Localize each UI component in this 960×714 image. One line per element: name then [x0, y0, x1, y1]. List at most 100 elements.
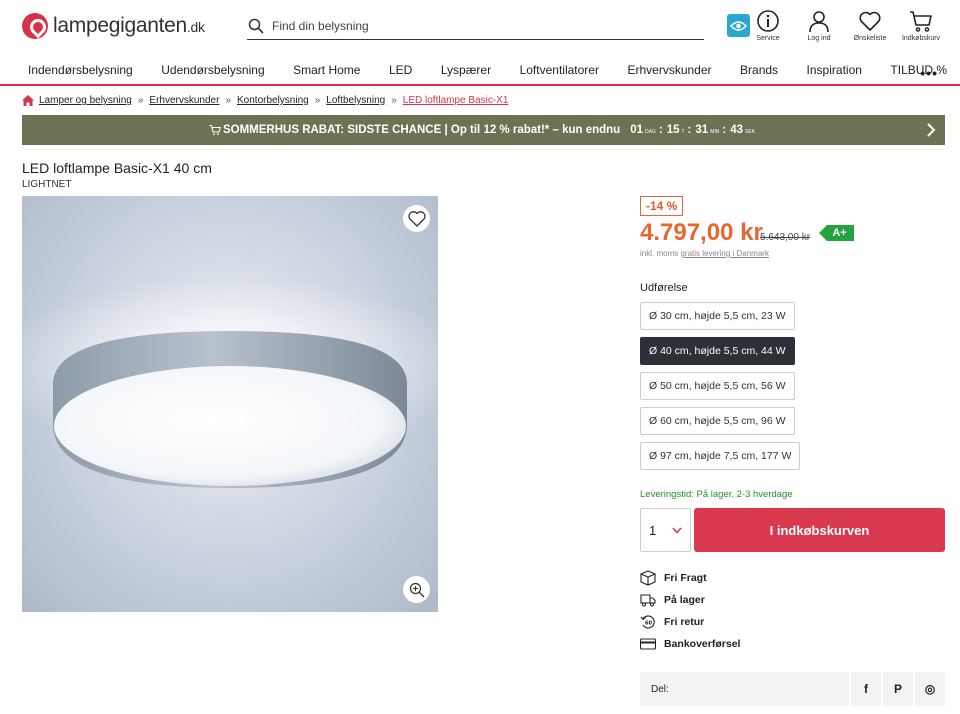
search-bar [247, 13, 704, 40]
login-button[interactable]: Log ind [798, 9, 840, 42]
product-brand[interactable]: LIGHTNET [22, 179, 71, 190]
usp-label: Fri retur [664, 616, 705, 628]
energy-label-badge[interactable]: A+ [819, 225, 854, 241]
cart-label: Indkøbskurv [901, 35, 941, 42]
variant-option[interactable]: Ø 97 cm, højde 7,5 cm, 177 W [640, 442, 801, 470]
share-bar: Del: f P ◎ [640, 672, 945, 706]
header-icons: Service Log ind Ønskeliste Indkøbskurv [747, 9, 942, 42]
usp-label: På lager [664, 594, 705, 606]
variant-option-selected[interactable]: Ø 40 cm, højde 5,5 cm, 44 W [640, 337, 795, 365]
wishlist-button[interactable]: Ønskeliste [849, 9, 891, 42]
search-input[interactable] [272, 19, 692, 33]
usp-label: Bankoverførsel [664, 638, 741, 650]
nav-item-inspiration[interactable]: Inspiration [807, 63, 862, 77]
countdown-unit: T [681, 129, 685, 135]
old-price: 5.643,00 kr [760, 232, 811, 243]
eye-icon [730, 20, 747, 31]
countdown-colon: : [658, 124, 663, 136]
card-icon [640, 638, 656, 650]
nav-item-loftventilatorer[interactable]: Loftventilatorer [520, 63, 599, 77]
promo-banner[interactable]: SOMMERHUS RABAT: SIDSTE CHANCE | Op til … [22, 115, 945, 145]
chevron-down-icon [672, 527, 682, 534]
breadcrumb-separator: » [314, 95, 321, 106]
share-label: Del: [651, 683, 669, 695]
site-header: lampegiganten.dk Service Log ind Ønskeli… [0, 0, 960, 56]
variant-option[interactable]: Ø 50 cm, højde 5,5 cm, 56 W [640, 372, 795, 400]
heart-icon [859, 11, 881, 31]
vat-prefix: inkl. moms [640, 249, 679, 258]
nav-item-udendoersbelysning[interactable]: Udendørsbelysning [161, 63, 264, 77]
nav-item-indendoersbelysning[interactable]: Indendørsbelysning [28, 63, 133, 77]
nav-item-lyspaerer[interactable]: Lyspærer [441, 63, 491, 77]
logo-text: lampegiganten.dk [53, 14, 205, 37]
return-icon: 60 [640, 615, 655, 629]
nav-item-brands[interactable]: Brands [740, 63, 778, 77]
product-title: LED loftlampe Basic-X1 40 cm [22, 160, 212, 176]
logo-mark-icon [22, 13, 48, 39]
search-icon[interactable] [248, 18, 264, 34]
delivery-status: Leveringstid: På lager. 2-3 hverdage [640, 489, 793, 500]
countdown-days: 01 [630, 124, 643, 136]
cart-icon [209, 124, 221, 136]
user-icon [809, 11, 829, 33]
nav-item-tilbud[interactable]: TILBUD % [890, 63, 947, 77]
countdown-timer: 01 DAG: 15 T: 31 MIN: 43 SEK [630, 124, 758, 136]
service-label: Service [756, 35, 780, 42]
breadcrumb-current[interactable]: LED loftlampe Basic-X1 [403, 95, 509, 106]
add-to-wishlist-button[interactable] [403, 205, 430, 232]
service-icon [757, 10, 779, 32]
share-icons: f P ◎ [849, 672, 945, 706]
quantity-value: 1 [649, 522, 657, 538]
countdown-unit: SEK [745, 129, 756, 135]
heart-icon [407, 210, 426, 227]
wishlist-label: Ønskeliste [853, 35, 887, 42]
usp-free-return: 60 Fri retur [640, 614, 704, 630]
promo-text: SOMMERHUS RABAT: SIDSTE CHANCE | Op til … [222, 124, 621, 136]
usp-free-shipping: Fri Fragt [640, 570, 707, 586]
instagram-icon[interactable]: ◎ [913, 672, 945, 706]
countdown-colon: : [722, 124, 727, 136]
vat-info: inkl. moms gratis levering i Danmark [640, 249, 769, 258]
usp-label: Fri Fragt [664, 572, 707, 584]
ceiling-lamp-illustration [22, 276, 438, 488]
zoom-button[interactable] [403, 576, 430, 603]
variant-option[interactable]: Ø 60 cm, højde 5,5 cm, 96 W [640, 407, 795, 435]
product-price: 4.797,00 kr [640, 219, 763, 246]
breadcrumb-link[interactable]: Loftbelysning [326, 95, 385, 106]
pinterest-icon[interactable]: P [881, 672, 913, 706]
breadcrumb-separator: » [137, 95, 144, 106]
cart-icon [910, 11, 932, 32]
service-button[interactable]: Service [747, 9, 789, 42]
breadcrumb-link[interactable]: Erhvervskunder [149, 95, 219, 106]
nav-item-smart-home[interactable]: Smart Home [293, 63, 360, 77]
breadcrumb-separator: » [225, 95, 231, 106]
countdown-hours: 15 [666, 124, 680, 136]
breadcrumb-link[interactable]: Lamper og belysning [39, 95, 132, 106]
countdown-unit: MIN [710, 129, 720, 135]
truck-icon [640, 594, 656, 607]
variant-option[interactable]: Ø 30 cm, højde 5,5 cm, 23 W [640, 302, 795, 330]
svg-text:60: 60 [645, 621, 652, 627]
product-image[interactable] [22, 196, 438, 612]
quantity-select[interactable]: 1 [640, 508, 691, 552]
breadcrumb-link[interactable]: Kontorbelysning [237, 95, 309, 106]
main-nav: Indendørsbelysning Udendørsbelysning Sma… [0, 56, 960, 86]
cart-button[interactable]: Indkøbskurv [900, 9, 942, 42]
discount-badge: -14 % [640, 196, 684, 216]
add-to-cart-button[interactable]: I indkøbskurven [694, 508, 945, 552]
nav-item-led[interactable]: LED [389, 63, 412, 77]
facebook-icon[interactable]: f [849, 672, 881, 706]
variant-label: Udførelse [640, 282, 688, 294]
box-icon [640, 570, 656, 586]
free-delivery-link[interactable]: gratis levering i Danmark [680, 249, 768, 258]
home-icon[interactable] [22, 95, 34, 106]
nav-item-erhvervskunder[interactable]: Erhvervskunder [627, 63, 711, 77]
nav-more-button[interactable]: ••• [920, 65, 938, 81]
chevron-right-icon[interactable] [925, 123, 937, 137]
usp-in-stock: På lager [640, 592, 705, 608]
usp-bank-transfer: Bankoverførsel [640, 636, 740, 652]
login-label: Log ind [807, 35, 831, 42]
breadcrumb: Lamper og belysning » Erhvervskunder » K… [22, 95, 508, 106]
countdown-colon: : [687, 124, 692, 136]
site-logo[interactable]: lampegiganten.dk [22, 13, 205, 39]
